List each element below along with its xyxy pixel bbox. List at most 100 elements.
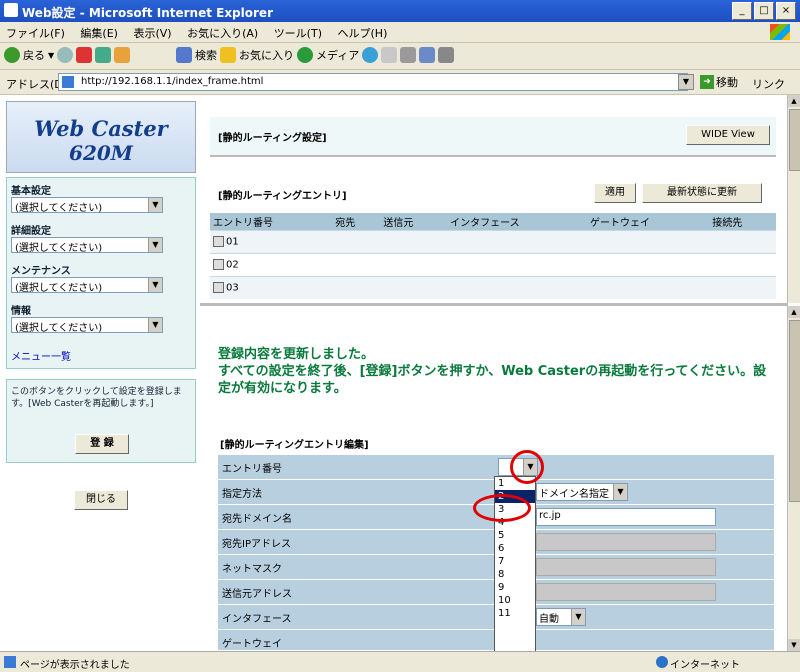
top-frame-scrollbar[interactable]: ▲ <box>787 95 800 303</box>
dropdown-option[interactable]: 8 <box>495 568 535 581</box>
scroll-up-icon[interactable]: ▲ <box>788 306 800 318</box>
maximize-button[interactable]: □ <box>754 2 774 20</box>
ie-icon <box>4 3 18 17</box>
messenger-icon[interactable] <box>438 47 455 63</box>
search-button[interactable]: 検索 <box>195 47 217 63</box>
address-dropdown-icon[interactable]: ▼ <box>678 74 694 90</box>
table-row: 03 <box>210 276 776 299</box>
dropdown-option[interactable]: 5 <box>495 529 535 542</box>
menu-view[interactable]: 表示(V) <box>127 22 177 44</box>
menu-edit[interactable]: 編集(E) <box>74 22 124 44</box>
minimize-button[interactable]: _ <box>732 2 752 20</box>
dest-ip-input[interactable] <box>536 533 716 551</box>
go-button[interactable]: ➜ 移動 <box>700 74 738 90</box>
close-page-button[interactable]: 閉じる <box>74 490 128 510</box>
media-icon[interactable] <box>297 47 313 63</box>
basic-settings-value: (選択してください) <box>15 203 103 214</box>
row-checkbox[interactable] <box>213 259 224 271</box>
refresh-icon[interactable] <box>95 47 112 63</box>
back-button[interactable]: 戻る <box>23 47 45 63</box>
links-button[interactable]: リンク <box>752 76 785 92</box>
page-content: Web Caster 620M 基本設定 (選択してください) ▼ 詳細設定 (… <box>0 95 800 652</box>
edit-icon[interactable] <box>419 47 436 63</box>
dropdown-option[interactable]: 6 <box>495 542 535 555</box>
wide-view-button[interactable]: WIDE View <box>686 125 770 145</box>
internet-zone-icon <box>656 656 668 668</box>
row-checkbox[interactable] <box>213 282 224 294</box>
method-value: ドメイン名指定 <box>539 489 609 500</box>
scroll-up-icon[interactable]: ▲ <box>788 95 800 107</box>
menu-bar: ファイル(F) 編集(E) 表示(V) お気に入り(A) ツール(T) ヘルプ(… <box>0 22 800 43</box>
menu-file[interactable]: ファイル(F) <box>0 22 71 44</box>
bottom-frame-scrollbar[interactable]: ▲ ▼ <box>787 306 800 651</box>
menu-help[interactable]: ヘルプ(H) <box>332 22 394 44</box>
main-frame: [静的ルーティング設定] WIDE View [静的ルーティングエントリ] 適用… <box>200 95 788 652</box>
back-icon[interactable] <box>4 47 20 63</box>
info-select[interactable]: (選択してください) ▼ <box>11 317 163 334</box>
dropdown-option[interactable]: 10 <box>495 594 535 607</box>
apply-button[interactable]: 適用 <box>594 183 636 203</box>
row-checkbox[interactable] <box>213 236 224 248</box>
maintenance-label: メンテナンス <box>11 266 71 277</box>
advanced-settings-select[interactable]: (選択してください) ▼ <box>11 237 163 254</box>
maintenance-select[interactable]: (選択してください) ▼ <box>11 277 163 294</box>
interface-value: 自動 <box>539 614 559 625</box>
favorites-icon[interactable] <box>220 47 236 63</box>
home-icon[interactable] <box>114 47 131 63</box>
routing-table: エントリ番号 宛先 送信元 インタフェース ゲートウェイ 接続先 01 02 0… <box>210 213 776 299</box>
print-icon[interactable] <box>400 47 417 63</box>
scroll-down-icon[interactable]: ▼ <box>788 639 800 651</box>
window-titlebar[interactable]: Web設定 - Microsoft Internet Explorer _ □ … <box>0 0 800 22</box>
chevron-down-icon[interactable]: ▼ <box>148 318 162 332</box>
method-select[interactable]: ドメイン名指定 ▼ <box>536 483 628 501</box>
search-icon[interactable] <box>176 47 192 63</box>
menu-tools[interactable]: ツール(T) <box>268 22 328 44</box>
dropdown-option[interactable]: 9 <box>495 581 535 594</box>
col-connection: 接続先 <box>709 213 776 231</box>
url-input[interactable] <box>79 75 663 88</box>
history-icon[interactable] <box>362 47 379 63</box>
edit-title: [静的ルーティングエントリ編集] <box>220 440 369 451</box>
status-bar: ページが表示されました インターネット <box>0 651 800 672</box>
source-address-input[interactable] <box>536 583 716 601</box>
dest-domain-value: rc.jp <box>539 510 561 521</box>
mail-icon[interactable] <box>381 47 398 63</box>
maintenance-value: (選択してください) <box>15 283 103 294</box>
field-label: 宛先ドメイン名 <box>222 514 292 525</box>
chevron-down-icon[interactable]: ▼ <box>148 198 162 212</box>
favorites-button[interactable]: お気に入り <box>239 47 294 63</box>
dest-domain-input[interactable]: rc.jp <box>536 508 716 526</box>
update-message-line1: 登録内容を更新しました。 <box>218 347 375 362</box>
logo-line2: 620M <box>69 141 133 165</box>
scroll-thumb[interactable] <box>789 320 800 502</box>
basic-settings-select[interactable]: (選択してください) ▼ <box>11 197 163 214</box>
refresh-button[interactable]: 最新状態に更新 <box>642 183 762 203</box>
chevron-down-icon[interactable]: ▼ <box>148 238 162 252</box>
advanced-settings-value: (選択してください) <box>15 243 103 254</box>
highlight-ring-dropdown-arrow <box>510 450 544 484</box>
menu-list-link[interactable]: メニュー一覧 <box>11 348 71 363</box>
entry-number: 02 <box>226 259 239 271</box>
menu-favorites[interactable]: お気に入り(A) <box>181 22 264 44</box>
chevron-down-icon[interactable]: ▼ <box>148 278 162 292</box>
dropdown-option[interactable]: 11 <box>495 607 535 620</box>
stop-icon[interactable] <box>76 47 93 63</box>
address-field[interactable] <box>58 73 688 91</box>
chevron-down-icon[interactable]: ▼ <box>613 484 627 500</box>
toolbar: 戻る ▼ 検索 お気に入り メディア <box>0 43 800 70</box>
back-dropdown-icon[interactable]: ▼ <box>48 51 54 60</box>
page-title: [静的ルーティング設定] <box>218 133 327 144</box>
address-bar: アドレス(D) ▼ ➜ 移動 リンク <box>0 70 800 95</box>
forward-icon[interactable] <box>57 47 74 63</box>
close-button[interactable]: × <box>776 2 796 20</box>
netmask-input[interactable] <box>536 558 716 576</box>
interface-select[interactable]: 自動 ▼ <box>536 608 586 626</box>
advanced-settings-label: 詳細設定 <box>11 226 51 237</box>
register-button[interactable]: 登 録 <box>75 434 129 454</box>
dropdown-option[interactable]: 7 <box>495 555 535 568</box>
chevron-down-icon[interactable]: ▼ <box>571 609 585 625</box>
basic-settings-label: 基本設定 <box>11 186 51 197</box>
media-button[interactable]: メディア <box>316 47 359 63</box>
field-label: エントリ番号 <box>222 464 282 475</box>
scroll-thumb[interactable] <box>789 109 800 171</box>
